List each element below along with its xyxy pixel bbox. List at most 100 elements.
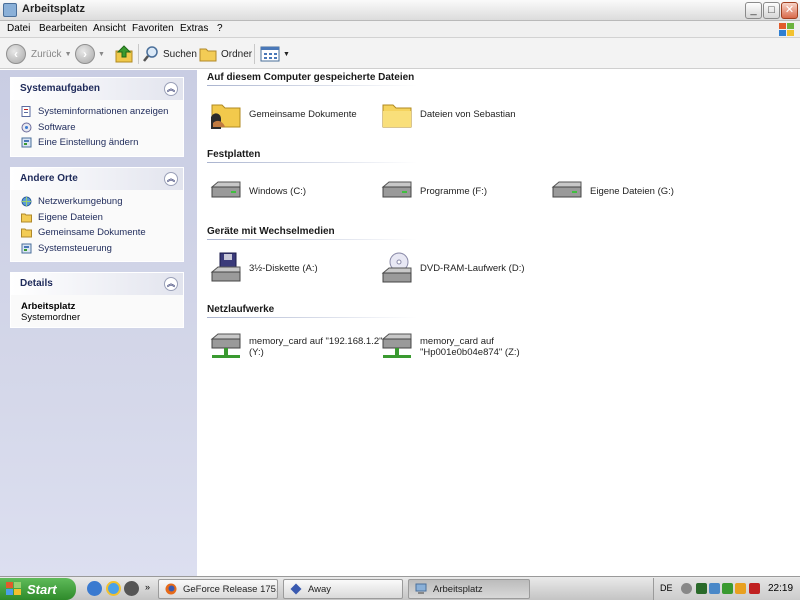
view-button[interactable]: ▼ — [260, 43, 290, 65]
item-label-line2: "Hp001e0b04e874" (Z:) — [420, 347, 520, 358]
firefox-icon — [165, 583, 177, 595]
menu-favoriten[interactable]: Favoriten — [132, 23, 174, 34]
link-label: Systemsteuerung — [38, 242, 112, 254]
menu-extras[interactable]: Extras — [180, 23, 208, 34]
window-title: Arbeitsplatz — [22, 3, 85, 15]
link-network[interactable]: Netzwerkumgebung — [21, 194, 183, 210]
task-arbeitsplatz[interactable]: Arbeitsplatz — [408, 579, 530, 599]
other-places-title: Andere Orte — [20, 173, 78, 184]
group-divider — [207, 162, 417, 163]
folder-icon — [199, 48, 217, 62]
search-button[interactable]: Suchen — [142, 43, 197, 65]
item-drive-g[interactable]: Eigene Dateien (G:) — [550, 174, 674, 208]
link-change-setting[interactable]: Eine Einstellung ändern — [21, 135, 183, 151]
forward-button[interactable]: › ▼ — [75, 43, 105, 65]
network-drive-icon — [381, 333, 412, 358]
messenger-icon — [290, 583, 302, 595]
item-label-line1: memory_card auf "192.168.1.2" — [249, 336, 383, 347]
collapse-up-icon[interactable]: ︽ — [164, 172, 178, 186]
maximize-button[interactable]: □ — [763, 2, 780, 19]
start-button[interactable]: Start — [0, 578, 76, 600]
tray-app-icon[interactable] — [696, 583, 707, 594]
menu-datei[interactable]: Datei — [7, 23, 30, 34]
link-shared-documents[interactable]: Gemeinsame Dokumente — [21, 225, 183, 241]
other-places-header[interactable]: Andere Orte ︽ — [11, 168, 183, 190]
link-label: Systeminformationen anzeigen — [38, 106, 169, 118]
taskbar: Start » GeForce Release 175.... Away Arb… — [0, 576, 800, 600]
dvd-drive-icon — [381, 252, 412, 283]
link-control-panel[interactable]: Systemsteuerung — [21, 241, 183, 257]
search-label: Suchen — [163, 48, 197, 60]
item-network-y[interactable]: memory_card auf "192.168.1.2" (Y:) — [209, 330, 383, 364]
network-icon — [21, 196, 32, 207]
link-my-documents[interactable]: Eigene Dateien — [21, 210, 183, 226]
task-away[interactable]: Away — [283, 579, 403, 599]
windows-logo-icon — [778, 22, 794, 37]
shared-folder-icon — [211, 104, 241, 129]
language-indicator[interactable]: DE — [660, 583, 673, 593]
hard-disk-icon — [381, 181, 412, 198]
menu-ansicht[interactable]: Ansicht — [93, 23, 126, 34]
other-places-panel: Andere Orte ︽ Netzwerkumgebung Eigene Da… — [10, 167, 184, 262]
title-bar: Arbeitsplatz _ □ ✕ — [0, 0, 800, 21]
item-label-line1: memory_card auf — [420, 336, 494, 347]
tray-security-icon[interactable] — [722, 583, 733, 594]
task-label: Arbeitsplatz — [433, 583, 483, 595]
folder-icon — [21, 228, 32, 238]
close-button[interactable]: ✕ — [781, 2, 798, 19]
show-desktop-icon[interactable] — [87, 581, 102, 596]
tray-antivirus-icon[interactable] — [749, 583, 760, 594]
group-title-stored-files: Auf diesem Computer gespeicherte Dateien — [207, 72, 415, 83]
item-label: memory_card auf "Hp001e0b04e874" (Z:) — [420, 336, 520, 358]
minimize-button[interactable]: _ — [745, 2, 762, 19]
item-sebastian-files[interactable]: Dateien von Sebastian — [380, 97, 516, 131]
menu-help[interactable]: ? — [217, 23, 223, 34]
task-pane: Systemaufgaben ︽ Systeminformationen anz… — [0, 70, 197, 576]
view-grid-icon — [260, 46, 280, 62]
item-label: memory_card auf "192.168.1.2" (Y:) — [249, 336, 383, 358]
folder-icon — [21, 213, 32, 223]
collapse-up-icon[interactable]: ︽ — [164, 277, 178, 291]
item-label: DVD-RAM-Laufwerk (D:) — [420, 262, 525, 274]
item-label: 3½-Diskette (A:) — [249, 262, 318, 274]
forward-arrow-icon: › — [75, 44, 95, 64]
network-drive-icon — [210, 333, 241, 358]
toolbar-separator — [138, 44, 139, 64]
tray-network-icon[interactable] — [709, 583, 720, 594]
folders-button[interactable]: Ordner — [199, 43, 252, 65]
group-divider — [207, 239, 417, 240]
system-info-icon — [21, 106, 31, 118]
software-icon — [21, 122, 32, 133]
chevron-right-icon[interactable]: » — [145, 582, 150, 592]
toolbar: ‹ Zurück ▼ › ▼ Suchen Ordner ▼ — [0, 38, 800, 69]
item-label: Gemeinsame Dokumente — [249, 108, 357, 120]
folders-label: Ordner — [221, 48, 253, 60]
hard-disk-icon — [210, 181, 241, 198]
details-header[interactable]: Details ︽ — [11, 273, 183, 295]
computer-icon — [3, 3, 17, 17]
item-dvd-d[interactable]: DVD-RAM-Laufwerk (D:) — [380, 251, 525, 285]
media-player-icon[interactable] — [124, 581, 139, 596]
item-floppy-a[interactable]: 3½-Diskette (A:) — [209, 251, 318, 285]
menu-bearbeiten[interactable]: Bearbeiten — [39, 23, 87, 34]
link-label: Gemeinsame Dokumente — [38, 227, 146, 239]
task-geforce[interactable]: GeForce Release 175.... — [158, 579, 278, 599]
internet-explorer-icon[interactable] — [106, 581, 121, 596]
up-folder-button[interactable] — [114, 43, 134, 65]
collapse-up-icon[interactable]: ︽ — [164, 82, 178, 96]
item-network-z[interactable]: memory_card auf "Hp001e0b04e874" (Z:) — [380, 330, 520, 364]
menu-bar: Datei Bearbeiten Ansicht Favoriten Extra… — [0, 21, 800, 38]
system-tasks-header[interactable]: Systemaufgaben ︽ — [11, 78, 183, 100]
hard-disk-icon — [551, 181, 582, 198]
item-shared-documents[interactable]: Gemeinsame Dokumente — [209, 97, 357, 131]
back-button[interactable]: ‹ Zurück ▼ — [6, 43, 72, 65]
link-label: Software — [38, 121, 76, 133]
tray-update-icon[interactable] — [735, 583, 746, 594]
item-drive-f[interactable]: Programme (F:) — [380, 174, 487, 208]
link-software[interactable]: Software — [21, 120, 183, 136]
tray-arrow-icon[interactable] — [681, 583, 692, 594]
search-icon — [143, 46, 158, 62]
link-system-info[interactable]: Systeminformationen anzeigen — [21, 104, 183, 120]
details-type: Systemordner — [21, 312, 81, 323]
item-drive-c[interactable]: Windows (C:) — [209, 174, 306, 208]
